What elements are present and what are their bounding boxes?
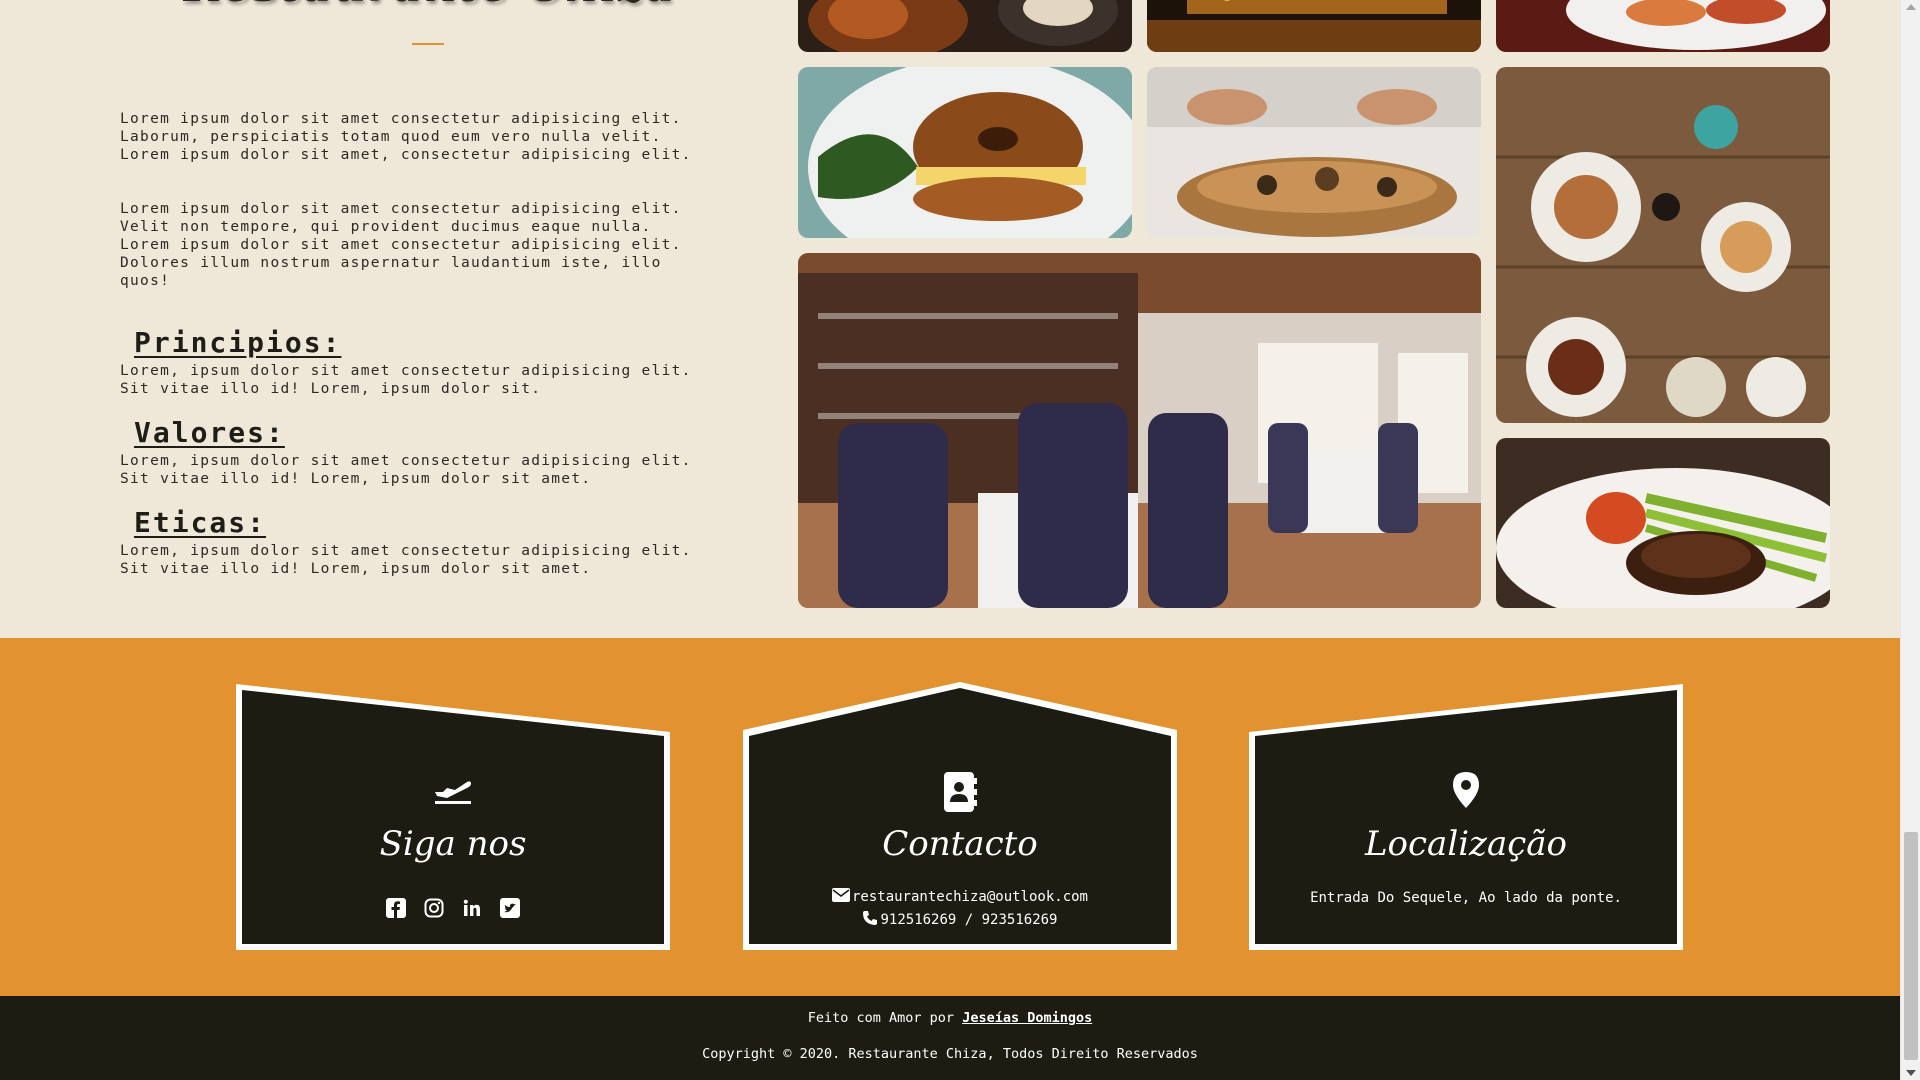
scroll-down-arrow-icon[interactable] bbox=[1906, 1070, 1916, 1076]
gallery-image-dining-room[interactable] bbox=[798, 253, 1481, 608]
about-paragraph-1: Lorem ipsum dolor sit amet consectetur a… bbox=[120, 111, 692, 163]
bottom-bar: Feito com Amor por Jeseías Domingos Copy… bbox=[0, 996, 1900, 1080]
map-marker-icon bbox=[1249, 772, 1683, 812]
scroll-thumb[interactable] bbox=[1904, 832, 1918, 1060]
location-card: Localização Entrada Do Sequele, Ao lado … bbox=[1249, 682, 1683, 950]
contact-card: Contacto restaurantechiza@outlook.com 91… bbox=[743, 682, 1177, 950]
phone-icon bbox=[862, 910, 878, 930]
author-link[interactable]: Jeseías Domingos bbox=[962, 1010, 1092, 1026]
follow-card: Siga nos bbox=[236, 682, 670, 950]
title-underline bbox=[412, 43, 444, 45]
gallery-image-fried-food[interactable] bbox=[798, 0, 1132, 52]
made-with-line: Feito com Amor por Jeseías Domingos bbox=[0, 1010, 1900, 1026]
gallery-image-bagel[interactable] bbox=[798, 67, 1132, 238]
about-paragraph-2: Lorem ipsum dolor sit amet consectetur a… bbox=[120, 201, 682, 289]
address-book-icon bbox=[743, 772, 1177, 812]
copyright-text: Copyright © 2020. Restaurante Chiza, Tod… bbox=[702, 1046, 1198, 1062]
made-with-prefix: Feito com Amor por bbox=[807, 1010, 963, 1026]
valores-text: Lorem, ipsum dolor sit amet consectetur … bbox=[120, 453, 692, 487]
principios-text: Lorem, ipsum dolor sit amet consectetur … bbox=[120, 363, 692, 397]
eticas-heading: Eticas: bbox=[134, 506, 267, 539]
gallery-image-bruschetta[interactable] bbox=[1496, 0, 1830, 52]
gallery-image-steak[interactable] bbox=[1496, 438, 1830, 608]
facebook-icon[interactable] bbox=[386, 898, 406, 918]
instagram-icon[interactable] bbox=[424, 898, 444, 918]
phone-text[interactable]: 912516269 / 923516269 bbox=[880, 912, 1057, 928]
gallery-image-bar-interior[interactable] bbox=[1147, 0, 1481, 52]
phone-line: 912516269 / 923516269 bbox=[743, 910, 1177, 930]
contact-title: Contacto bbox=[882, 824, 1038, 864]
linkedin-icon[interactable] bbox=[462, 898, 482, 918]
about-section: Restaurante Chiza Lorem ipsum dolor sit … bbox=[0, 0, 1900, 638]
location-title: Localização bbox=[1364, 824, 1568, 864]
envelope-icon bbox=[831, 888, 850, 906]
gallery-image-table-dishes[interactable] bbox=[1496, 67, 1830, 423]
gallery-image-chef-plating[interactable] bbox=[1147, 67, 1481, 238]
plane-departure-icon bbox=[236, 772, 670, 812]
valores-heading: Valores: bbox=[134, 416, 285, 449]
email-line: restaurantechiza@outlook.com bbox=[743, 888, 1177, 906]
address-text: Entrada Do Sequele, Ao lado da ponte. bbox=[1310, 890, 1622, 906]
email-text[interactable]: restaurantechiza@outlook.com bbox=[852, 889, 1088, 905]
principios-heading: Principios: bbox=[134, 326, 342, 359]
eticas-text: Lorem, ipsum dolor sit amet consectetur … bbox=[120, 543, 692, 577]
scroll-up-arrow-icon[interactable] bbox=[1906, 4, 1916, 10]
page-scrollbar[interactable] bbox=[1900, 0, 1920, 1080]
follow-title: Siga nos bbox=[379, 824, 527, 864]
social-links bbox=[236, 898, 670, 918]
restaurant-title: Restaurante Chiza bbox=[115, 0, 745, 12]
twitter-icon[interactable] bbox=[500, 898, 520, 918]
